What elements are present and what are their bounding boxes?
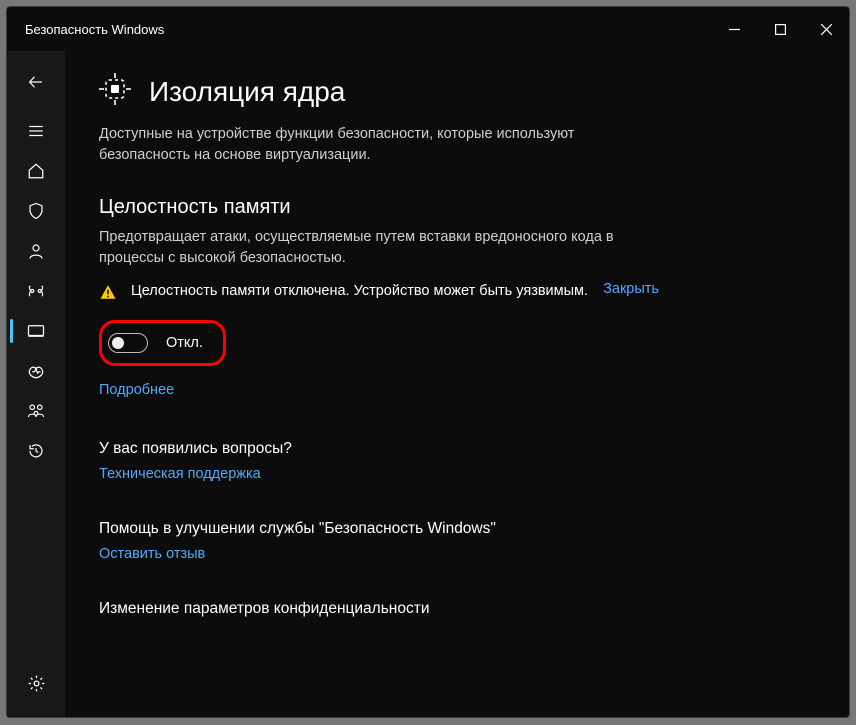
account-icon — [27, 242, 45, 260]
questions-link[interactable]: Техническая поддержка — [99, 466, 809, 482]
feedback-link[interactable]: Оставить отзыв — [99, 546, 809, 562]
nav-shield[interactable] — [10, 191, 62, 231]
nav-account[interactable] — [10, 231, 62, 271]
minimize-button[interactable] — [711, 7, 757, 51]
core-isolation-icon — [99, 71, 131, 112]
toggle-label: Откл. — [166, 335, 203, 351]
questions-title: У вас появились вопросы? — [99, 440, 809, 458]
menu-icon — [27, 122, 45, 140]
memory-integrity-toggle[interactable] — [108, 333, 148, 353]
feedback-block: Помощь в улучшении службы "Безопасность … — [99, 520, 809, 562]
page-desc: Доступные на устройстве функции безопасн… — [99, 124, 659, 166]
questions-block: У вас появились вопросы? Техническая под… — [99, 440, 809, 482]
titlebar: Безопасность Windows — [7, 7, 849, 51]
alert-row: Целостность памяти отключена. Устройство… — [99, 281, 659, 306]
maximize-button[interactable] — [757, 7, 803, 51]
nav-home[interactable] — [10, 151, 62, 191]
page-title: Изоляция ядра — [149, 76, 345, 108]
window: Безопасность Windows — [6, 6, 850, 718]
shield-icon — [27, 202, 45, 220]
memory-integrity-desc: Предотвращает атаки, осуществляемые путе… — [99, 227, 659, 269]
home-icon — [27, 162, 45, 180]
highlight-box: Откл. — [99, 320, 226, 366]
sidebar — [7, 51, 65, 717]
nav-settings[interactable] — [10, 663, 62, 703]
toggle-knob — [112, 337, 124, 349]
nav-menu[interactable] — [10, 111, 62, 151]
device-security-icon — [27, 322, 45, 340]
window-title: Безопасность Windows — [25, 22, 164, 37]
history-icon — [27, 442, 45, 460]
content: Изоляция ядра Доступные на устройстве фу… — [65, 51, 849, 717]
nav-performance[interactable] — [10, 351, 62, 391]
more-link[interactable]: Подробнее — [99, 382, 809, 398]
nav-device-security[interactable] — [10, 311, 62, 351]
privacy-title: Изменение параметров конфиденциальности — [99, 600, 809, 618]
family-icon — [26, 402, 46, 420]
alert-text: Целостность памяти отключена. Устройство… — [131, 281, 589, 302]
privacy-block: Изменение параметров конфиденциальности — [99, 600, 809, 618]
performance-icon — [27, 362, 45, 380]
back-button[interactable] — [15, 63, 57, 101]
nav-family[interactable] — [10, 391, 62, 431]
close-button[interactable] — [803, 7, 849, 51]
memory-integrity-title: Целостность памяти — [99, 196, 809, 219]
nav-history[interactable] — [10, 431, 62, 471]
firewall-icon — [26, 282, 46, 300]
warning-icon — [99, 283, 117, 306]
feedback-title: Помощь в улучшении службы "Безопасность … — [99, 520, 809, 538]
gear-icon — [27, 674, 46, 693]
alert-close-link[interactable]: Закрыть — [603, 281, 659, 297]
nav-firewall[interactable] — [10, 271, 62, 311]
